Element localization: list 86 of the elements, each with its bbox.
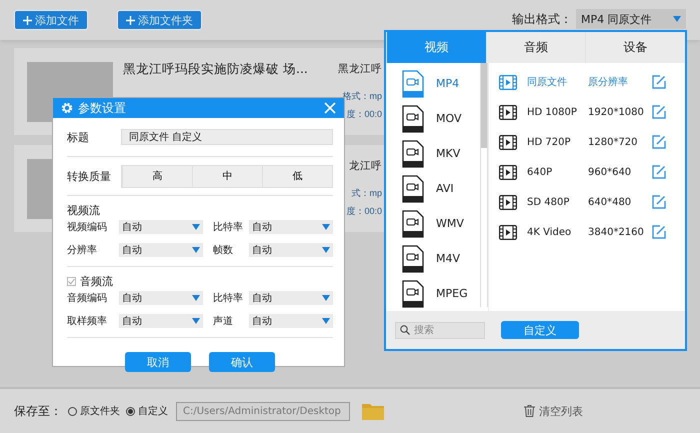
field-label: 标题 xyxy=(67,130,90,144)
dropdown-field[interactable]: 自动 xyxy=(119,220,203,234)
dropdown-arrow-icon xyxy=(322,318,330,324)
radio-label[interactable]: 自定义 xyxy=(138,404,168,418)
folder-icon xyxy=(362,402,384,420)
format-item[interactable]: MPEG xyxy=(386,276,482,311)
checkbox[interactable] xyxy=(67,276,76,286)
quality-button[interactable]: 低 xyxy=(262,166,332,186)
close-icon xyxy=(324,102,336,114)
dropdown-arrow-icon xyxy=(322,247,330,253)
field-label: 比特率 xyxy=(212,292,244,305)
plus-icon xyxy=(126,16,135,24)
field-label: 分辨率 xyxy=(67,244,98,257)
film-icon xyxy=(499,134,517,150)
file-title: 龙江呼 xyxy=(349,159,382,173)
video-file-icon xyxy=(402,280,424,308)
field-label: 转换质量 xyxy=(67,168,112,184)
dropdown-field[interactable]: 自动 xyxy=(249,220,333,234)
dropdown-arrow-icon xyxy=(322,295,330,301)
video-file-icon xyxy=(402,104,424,132)
video-file-icon xyxy=(402,210,424,238)
scrollbar[interactable] xyxy=(480,63,488,307)
save-to-label: 保存至： xyxy=(14,402,62,420)
section-label: 音频流 xyxy=(80,274,113,288)
dropdown-arrow-icon xyxy=(192,295,200,301)
quality-button[interactable]: 中 xyxy=(192,166,262,186)
video-file-icon xyxy=(402,140,424,168)
preset-row[interactable]: HD 720P 1280*720 xyxy=(489,127,685,157)
radio-button[interactable] xyxy=(126,406,135,416)
dropdown-arrow-icon xyxy=(192,318,200,324)
film-icon xyxy=(499,164,517,180)
field-label: 音频编码 xyxy=(67,292,108,305)
preset-row[interactable]: 640P 960*640 xyxy=(489,157,685,187)
dropdown-field[interactable]: 自动 xyxy=(119,243,203,257)
file-title: 黑龙江呼玛段实施防凌爆破 场... xyxy=(123,62,309,76)
file-title: 黑龙江呼 xyxy=(338,62,382,76)
file-format: 式：mp xyxy=(351,188,382,198)
film-icon xyxy=(499,104,517,120)
file-duration: 度：00:0 xyxy=(346,109,382,119)
dropdown-field[interactable]: 自动 xyxy=(249,314,333,328)
edit-icon xyxy=(652,75,666,89)
preset-row[interactable]: 同原文件 原分辨率 xyxy=(489,67,685,97)
output-format-select[interactable]: MP4 同原文件 xyxy=(576,9,686,29)
dropdown-field[interactable]: 自动 xyxy=(119,314,203,328)
output-format-label: 输出格式： xyxy=(512,10,572,28)
dropdown-field[interactable]: 自动 xyxy=(119,291,203,305)
dropdown-field[interactable]: 自动 xyxy=(249,243,333,257)
dropdown-arrow-icon xyxy=(192,247,200,253)
field-label: 帧数 xyxy=(212,244,234,257)
preset-row[interactable]: SD 480P 640*480 xyxy=(489,187,685,217)
video-file-icon xyxy=(402,244,424,272)
file-duration: 度：00:0 xyxy=(346,206,382,216)
video-file-icon xyxy=(402,70,424,98)
film-icon xyxy=(499,74,517,90)
quality-button[interactable]: 高 xyxy=(122,166,192,186)
field-label: 比特率 xyxy=(212,220,244,234)
dropdown-arrow-icon xyxy=(322,224,330,230)
trash-icon xyxy=(524,405,535,417)
edit-icon xyxy=(652,225,666,239)
field-label: 取样频率 xyxy=(67,314,108,328)
radio-label[interactable]: 原文件夹 xyxy=(80,404,120,418)
video-file-icon xyxy=(402,174,424,202)
edit-icon xyxy=(652,165,666,179)
tab[interactable]: 音频 xyxy=(486,32,586,63)
preset-row[interactable]: HD 1080P 1920*1080 xyxy=(489,97,685,127)
film-icon xyxy=(499,194,517,210)
edit-icon xyxy=(652,195,666,209)
edit-icon xyxy=(652,135,666,149)
dropdown-field[interactable]: 自动 xyxy=(249,291,333,305)
radio-button[interactable] xyxy=(68,406,77,416)
preset-row[interactable]: 4K Video 3840*2160 xyxy=(489,217,685,247)
field-label: 视频编码 xyxy=(67,220,108,234)
dialog-title: 参数设置 xyxy=(78,100,127,116)
tab[interactable]: 设备 xyxy=(585,32,686,63)
edit-icon xyxy=(652,105,666,119)
search-field[interactable]: 搜索 xyxy=(395,322,485,338)
section-label: 视频流 xyxy=(67,202,100,218)
search-icon xyxy=(400,325,410,335)
field-label: 声道 xyxy=(212,314,234,328)
dropdown-arrow-icon xyxy=(192,224,200,230)
settings-icon xyxy=(61,102,73,114)
title-field[interactable]: 同原文件 自定义 xyxy=(121,129,333,145)
plus-icon xyxy=(23,16,32,24)
film-icon xyxy=(499,224,517,240)
clear-list-button[interactable]: 清空列表 xyxy=(518,402,589,420)
dropdown-arrow-icon xyxy=(673,16,681,22)
